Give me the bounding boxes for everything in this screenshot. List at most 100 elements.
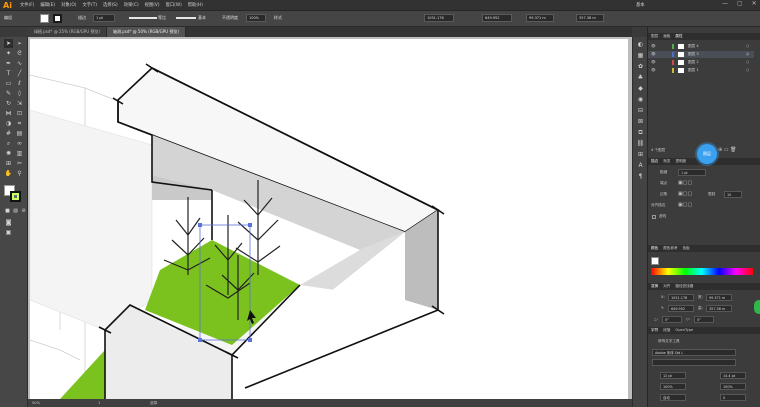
tab-color-guide[interactable]: 颜色参考 [663,245,677,252]
menu-type[interactable]: 文字(T) [82,2,97,8]
eraser-icon[interactable]: ◊ [15,89,24,98]
tab-pathfinder[interactable]: 路径查找器 [675,283,693,290]
tab-swatches[interactable]: 色板 [683,245,690,252]
draw-mode-icon[interactable]: ◙ [4,218,13,227]
tab-gradient[interactable]: 渐变 [663,158,670,165]
align-stroke-buttons[interactable]: ▣▢▢ [678,202,692,208]
rectangle-tool-icon[interactable]: ▭ [4,79,13,88]
color-fill-swatch[interactable] [651,257,659,265]
layer-row[interactable]: 👁 图层 2 ○ [648,59,754,66]
gradient-icon[interactable]: ▤ [15,129,24,138]
color-panel-icon[interactable]: ◐ [636,40,645,49]
paintbrush-icon[interactable]: ℓ [15,79,24,88]
tab-artboards[interactable]: 画板 [663,33,670,40]
stroke-weight-field[interactable]: 1 pt [93,14,115,22]
stroke-weight-input[interactable]: 1 pt [678,169,706,176]
transform-w-input[interactable]: 99.371 m [706,294,732,301]
tab-character[interactable]: 字符 [651,327,658,334]
target-icon[interactable]: ○ [746,59,749,66]
visibility-eye-icon[interactable]: 👁 [651,67,656,74]
horizontal-scale-input[interactable]: 100% [660,383,686,390]
visibility-eye-icon[interactable]: 👁 [651,59,656,66]
fill-swatch[interactable] [40,14,49,23]
font-size-input[interactable]: 12 pt [660,372,686,379]
rotate-input[interactable]: 0° [662,316,682,323]
opacity-field[interactable]: 100% [246,14,266,22]
links-icon[interactable]: ⛓ [636,139,645,148]
shape-builder-icon[interactable]: ◑ [4,119,13,128]
target-icon[interactable]: ○ [746,67,749,74]
magic-wand-icon[interactable]: ✦ [4,49,13,58]
layer-name[interactable]: 图层 3 [688,51,699,58]
layer-row[interactable]: 👁 图层 1 ○ [648,67,754,74]
leading-input[interactable]: 14.4 pt [720,372,746,379]
minimize-icon[interactable]: — [722,0,728,10]
artboards-icon[interactable]: ⊞ [636,150,645,159]
tab-stroke[interactable]: 描边 [651,158,658,165]
perspective-grid-icon[interactable]: ⌗ [15,119,24,128]
eyedropper-icon[interactable]: ⌕ [4,139,13,148]
blend-icon[interactable]: ∞ [15,139,24,148]
tab-properties[interactable]: 属性 [675,33,682,40]
menu-object[interactable]: 对象(O) [61,2,76,8]
brushes-icon[interactable]: ✿ [636,62,645,71]
menu-select[interactable]: 选择(S) [103,2,118,8]
tab-transparency[interactable]: 透明度 [675,158,686,165]
width-tool-icon[interactable]: ⋈ [4,109,13,118]
stroke-color-swatch[interactable] [10,191,21,202]
target-icon[interactable]: ○ [746,43,749,50]
direct-selection-icon[interactable]: ➢ [15,39,24,48]
swatches-icon[interactable]: ▦ [636,51,645,60]
transform-h-input[interactable]: 357.38 m [706,305,732,312]
transform-y-input[interactable]: 649.952 [668,305,694,312]
tab-document-2[interactable]: 轴测.psd* @ 50% (RGB/GPU 预览) [106,27,186,37]
screen-mode-icon[interactable]: ▣ [4,228,13,237]
limit-input[interactable]: 10 [724,191,742,198]
curvature-icon[interactable]: ∿ [15,59,24,68]
tab-document-1[interactable]: 绿植.psd* @ 25% (RGB/GPU 预览) [28,27,107,37]
hand-tool-icon[interactable]: ✋ [4,169,13,178]
variable-width-profile[interactable] [129,17,157,19]
pencil-icon[interactable]: ✎ [4,89,13,98]
corner-buttons[interactable]: ▣▢▢ [678,191,692,197]
close-icon[interactable]: ✕ [752,0,757,10]
tab-align[interactable]: 对齐 [663,283,670,290]
font-style-select[interactable] [652,359,736,366]
pathfinder-icon[interactable]: ⧉ [636,128,645,137]
visibility-eye-icon[interactable]: 👁 [651,51,656,58]
align-icon[interactable]: ⊟ [636,106,645,115]
tab-color[interactable]: 颜色 [651,245,658,252]
shear-input[interactable]: 0° [694,316,714,323]
type-tool-icon[interactable]: T [4,69,13,78]
graphic-styles-icon[interactable]: ◆ [636,84,645,93]
font-family-select[interactable]: Adobe 宋体 Std L [652,349,736,356]
page-number[interactable]: 1 [98,401,100,405]
transform-icon[interactable]: ⊠ [636,117,645,126]
character-icon[interactable]: A [636,161,645,170]
line-tool-icon[interactable]: ╱ [15,69,24,78]
vertical-scale-input[interactable]: 100% [720,383,746,390]
tracking-input[interactable]: 0 [720,394,746,401]
tab-paragraph[interactable]: 段落 [663,327,670,334]
layer-row[interactable]: 👁 图层 4 ○ [648,43,754,50]
symbol-sprayer-icon[interactable]: ✺ [4,149,13,158]
symbols-icon[interactable]: ♣ [636,73,645,82]
tab-layers[interactable]: 图层 [651,33,658,40]
slice-tool-icon[interactable]: ✂ [15,159,24,168]
color-spectrum[interactable] [651,268,753,275]
side-handle[interactable] [754,300,760,314]
tab-opentype[interactable]: OpenType [675,327,693,334]
target-icon[interactable]: ◎ [746,51,749,58]
rotate-icon[interactable]: ↻ [4,99,13,108]
x-field[interactable]: 1051.178 [424,14,454,22]
appearance-icon[interactable]: ◉ [636,95,645,104]
selection-tool-icon[interactable]: ➤ [4,39,13,48]
zoom-tool-icon[interactable]: ⚲ [15,169,24,178]
none-mode-icon[interactable]: ⊘ [19,207,28,216]
menu-effect[interactable]: 效果(C) [124,2,139,8]
mesh-icon[interactable]: # [4,129,13,138]
canvas-area[interactable] [28,37,632,399]
layer-name[interactable]: 图层 1 [688,67,699,74]
dashed-line-checkbox[interactable] [652,215,656,219]
menu-edit[interactable]: 编辑(E) [40,2,55,8]
